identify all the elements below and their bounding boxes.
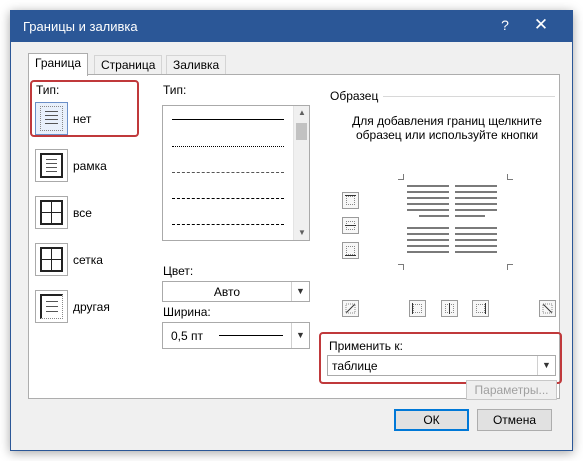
setting-custom-icon <box>40 294 63 319</box>
line-style-solid[interactable] <box>172 119 284 120</box>
line-style-list[interactable]: ▲ ▼ <box>162 105 310 241</box>
color-value: Авто <box>213 285 241 299</box>
preview-area[interactable]: Для добавления границ щелкните образец и… <box>329 88 559 332</box>
tab-shading[interactable]: Заливка <box>166 55 227 75</box>
highlight-setting-none <box>30 80 139 137</box>
diagonal-down-border-button[interactable] <box>539 300 556 317</box>
cancel-button[interactable]: Отмена <box>477 409 552 431</box>
top-border-button[interactable] <box>342 192 359 209</box>
ok-button[interactable]: ОК <box>394 409 469 431</box>
tab-page-border[interactable]: Страница <box>94 55 163 75</box>
help-icon[interactable]: ? <box>498 17 512 33</box>
scroll-thumb[interactable] <box>296 123 307 140</box>
color-label: Цвет: <box>163 264 194 278</box>
width-value: 0,5 пт <box>171 329 204 343</box>
bottom-border-button[interactable] <box>342 242 359 259</box>
preview-hint: Для добавления границ щелкните образец и… <box>352 114 542 142</box>
chevron-down-icon[interactable]: ▼ <box>291 282 309 301</box>
setting-grid-icon <box>40 247 63 272</box>
width-label: Ширина: <box>163 305 211 319</box>
scroll-down-icon[interactable]: ▼ <box>294 226 310 240</box>
line-style-dashed[interactable] <box>172 198 284 199</box>
line-style-scrollbar[interactable]: ▲ ▼ <box>293 106 309 240</box>
line-style-dash-dot[interactable] <box>172 224 284 225</box>
setting-grid-button[interactable] <box>35 243 68 276</box>
setting-grid-label: сетка <box>73 253 103 267</box>
borders-and-shading-dialog: Границы и заливка ? ✕ Граница Страница З… <box>10 10 573 451</box>
dialog-title: Границы и заливка <box>23 19 138 34</box>
setting-box-label: рамка <box>73 159 107 173</box>
width-select[interactable]: 0,5 пт ▼ <box>162 322 310 349</box>
setting-custom-button[interactable] <box>35 290 68 323</box>
title-bar[interactable]: Границы и заливка ? ✕ <box>11 11 572 42</box>
line-style-label: Тип: <box>163 83 187 97</box>
line-style-fine-dashed[interactable] <box>172 172 284 173</box>
inside-horizontal-border-button[interactable] <box>342 217 359 234</box>
right-border-button[interactable] <box>472 300 489 317</box>
chevron-down-icon[interactable]: ▼ <box>291 323 309 348</box>
setting-box-button[interactable] <box>35 149 68 182</box>
setting-all-button[interactable] <box>35 196 68 229</box>
left-border-button[interactable] <box>409 300 426 317</box>
setting-all-icon <box>40 200 63 225</box>
setting-all-label: все <box>73 206 92 220</box>
close-icon[interactable]: ✕ <box>531 15 551 35</box>
scroll-up-icon[interactable]: ▲ <box>294 106 310 120</box>
inside-vertical-border-button[interactable] <box>441 300 458 317</box>
preview-corner-mark <box>398 174 404 180</box>
setting-box-icon <box>40 153 63 178</box>
setting-custom-label: другая <box>73 300 110 314</box>
diagonal-up-border-button[interactable] <box>342 300 359 317</box>
tab-panel-borders: Тип: нет рамка все сетка другая Тип: ▲ ▼… <box>28 74 562 400</box>
preview-corner-mark <box>507 264 513 270</box>
preview-corner-mark <box>507 174 513 180</box>
width-sample-line <box>219 335 283 336</box>
highlight-apply-to <box>319 332 562 384</box>
color-select[interactable]: Авто ▼ <box>162 281 310 302</box>
line-style-dotted[interactable] <box>172 146 284 147</box>
preview-corner-mark <box>398 264 404 270</box>
tab-borders[interactable]: Граница <box>28 53 89 76</box>
options-button[interactable]: Параметры... <box>466 380 557 400</box>
